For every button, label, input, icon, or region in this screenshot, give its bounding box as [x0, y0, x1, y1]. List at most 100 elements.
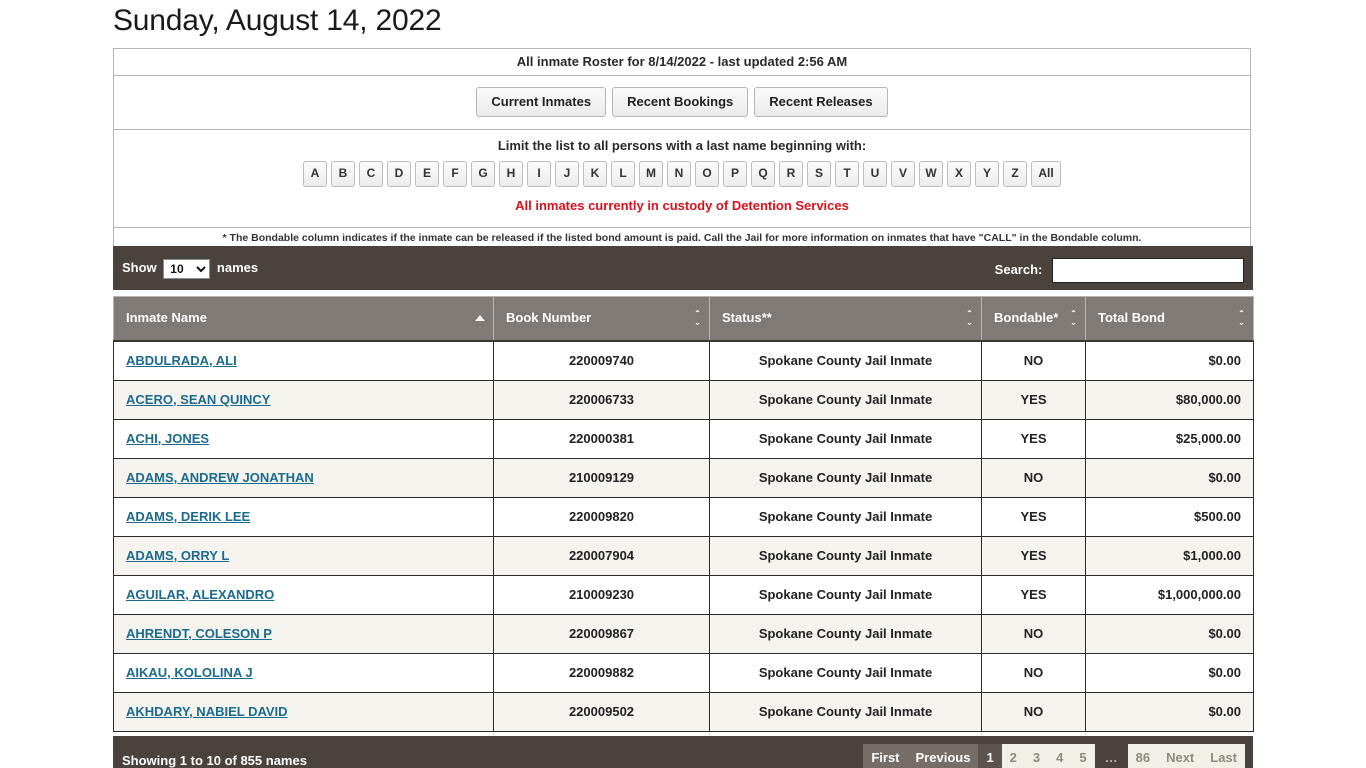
- cell-status: Spokane County Jail Inmate: [710, 653, 982, 692]
- cell-book-number: 220009867: [494, 614, 710, 653]
- alpha-filter-z[interactable]: Z: [1003, 161, 1027, 187]
- custody-note: All inmates currently in custody of Dete…: [114, 193, 1250, 221]
- column-header-bondable[interactable]: Bondable*⌃⌄: [982, 297, 1086, 341]
- alpha-filter-a[interactable]: A: [303, 161, 327, 187]
- cell-status: Spokane County Jail Inmate: [710, 692, 982, 731]
- cell-bondable: NO: [982, 341, 1086, 381]
- alpha-filter-p[interactable]: P: [723, 161, 747, 187]
- cell-status: Spokane County Jail Inmate: [710, 614, 982, 653]
- alpha-filter-e[interactable]: E: [415, 161, 439, 187]
- column-header-name[interactable]: Inmate Name: [114, 297, 494, 341]
- alpha-filter-k[interactable]: K: [583, 161, 607, 187]
- search-label: Search:: [995, 262, 1043, 277]
- search-control: Search:: [995, 258, 1244, 283]
- alpha-filter-l[interactable]: L: [611, 161, 635, 187]
- page-button-4[interactable]: 4: [1048, 744, 1071, 768]
- length-control: Show 102550100 names: [122, 258, 258, 279]
- alpha-filter-f[interactable]: F: [443, 161, 467, 187]
- page-button-3[interactable]: 3: [1025, 744, 1048, 768]
- alpha-filter-w[interactable]: W: [919, 161, 943, 187]
- page-button-last[interactable]: Last: [1202, 744, 1245, 768]
- alpha-filter-m[interactable]: M: [639, 161, 663, 187]
- cell-total-bond: $0.00: [1086, 341, 1254, 381]
- search-input[interactable]: [1052, 258, 1244, 283]
- inmate-name-link[interactable]: AGUILAR, ALEXANDRO: [126, 587, 274, 602]
- page-button-5[interactable]: 5: [1071, 744, 1094, 768]
- table-head: Inmate NameBook Number⌃⌄Status**⌃⌄Bondab…: [114, 297, 1254, 341]
- inmate-name-link[interactable]: ABDULRADA, ALI: [126, 353, 237, 368]
- view-button-1[interactable]: Recent Bookings: [612, 87, 748, 117]
- alpha-filter-c[interactable]: C: [359, 161, 383, 187]
- inmate-name-link[interactable]: ACERO, SEAN QUINCY: [126, 392, 270, 407]
- alpha-filter-o[interactable]: O: [695, 161, 719, 187]
- roster-heading-row: All inmate Roster for 8/14/2022 - last u…: [114, 49, 1250, 76]
- alpha-filter-t[interactable]: T: [835, 161, 859, 187]
- inmate-name-link[interactable]: ADAMS, ANDREW JONATHAN: [126, 470, 314, 485]
- alpha-filter-n[interactable]: N: [667, 161, 691, 187]
- alpha-filter-all[interactable]: All: [1031, 161, 1061, 187]
- alpha-filter-buttons: ABCDEFGHIJKLMNOPQRSTUVWXYZAll: [114, 161, 1250, 193]
- inmate-roster-table: Inmate NameBook Number⌃⌄Status**⌃⌄Bondab…: [113, 296, 1254, 732]
- column-header-bond[interactable]: Total Bond⌃⌄: [1086, 297, 1254, 341]
- column-header-label: Book Number: [506, 310, 591, 325]
- cell-total-bond: $0.00: [1086, 692, 1254, 731]
- view-button-2[interactable]: Recent Releases: [754, 87, 887, 117]
- alpha-filter-i[interactable]: I: [527, 161, 551, 187]
- table-row: AGUILAR, ALEXANDRO210009230Spokane Count…: [114, 575, 1254, 614]
- cell-total-bond: $1,000,000.00: [1086, 575, 1254, 614]
- page-length-select[interactable]: 102550100: [163, 259, 210, 279]
- page-button-first[interactable]: First: [863, 744, 907, 768]
- cell-inmate-name: ADAMS, ORRY L: [114, 536, 494, 575]
- page-button-2[interactable]: 2: [1002, 744, 1025, 768]
- names-label: names: [217, 260, 258, 275]
- cell-bondable: NO: [982, 653, 1086, 692]
- view-button-0[interactable]: Current Inmates: [476, 87, 606, 117]
- cell-book-number: 220009740: [494, 341, 710, 381]
- page-button-: …: [1095, 744, 1128, 768]
- cell-status: Spokane County Jail Inmate: [710, 575, 982, 614]
- table-row: ABDULRADA, ALI 220009740Spokane County Ja…: [114, 341, 1254, 381]
- footnote-1: * The Bondable column indicates if the i…: [114, 231, 1250, 246]
- alpha-filter-q[interactable]: Q: [751, 161, 775, 187]
- table-footer: Showing 1 to 10 of 855 names FirstPrevio…: [113, 736, 1253, 768]
- page-button-1[interactable]: 1: [978, 744, 1001, 768]
- cell-total-bond: $25,000.00: [1086, 419, 1254, 458]
- inmate-name-link[interactable]: ADAMS, DERIK LEE: [126, 509, 250, 524]
- table-row: ADAMS, DERIK LEE220009820Spokane County …: [114, 497, 1254, 536]
- inmate-name-link[interactable]: ACHI, JONES: [126, 431, 209, 446]
- page-button-next[interactable]: Next: [1158, 744, 1202, 768]
- roster-heading: All inmate Roster for 8/14/2022 - last u…: [114, 49, 1250, 75]
- column-header-book[interactable]: Book Number⌃⌄: [494, 297, 710, 341]
- alpha-filter-y[interactable]: Y: [975, 161, 999, 187]
- cell-inmate-name: ADAMS, DERIK LEE: [114, 497, 494, 536]
- view-buttons: Current InmatesRecent BookingsRecent Rel…: [114, 76, 1250, 129]
- alpha-filter-x[interactable]: X: [947, 161, 971, 187]
- column-header-status[interactable]: Status**⌃⌄: [710, 297, 982, 341]
- sort-ascending-icon: [475, 315, 485, 321]
- alpha-filter-v[interactable]: V: [891, 161, 915, 187]
- showing-info: Showing 1 to 10 of 855 names: [122, 753, 307, 768]
- table-row: ADAMS, ANDREW JONATHAN210009129Spokane C…: [114, 458, 1254, 497]
- inmate-name-link[interactable]: AKHDARY, NABIEL DAVID: [126, 704, 288, 719]
- inmate-name-link[interactable]: ADAMS, ORRY L: [126, 548, 229, 563]
- alpha-filter-d[interactable]: D: [387, 161, 411, 187]
- alpha-filter-j[interactable]: J: [555, 161, 579, 187]
- table-row: ACERO, SEAN QUINCY220006733Spokane Count…: [114, 380, 1254, 419]
- page-button-previous[interactable]: Previous: [908, 744, 979, 768]
- cell-inmate-name: ADAMS, ANDREW JONATHAN: [114, 458, 494, 497]
- alpha-filter-h[interactable]: H: [499, 161, 523, 187]
- alpha-filter-g[interactable]: G: [471, 161, 495, 187]
- page-button-86[interactable]: 86: [1128, 744, 1158, 768]
- alpha-filter-r[interactable]: R: [779, 161, 803, 187]
- alpha-filter-s[interactable]: S: [807, 161, 831, 187]
- sort-both-icon: ⌃⌄: [1238, 309, 1245, 327]
- show-label: Show: [122, 260, 157, 275]
- cell-status: Spokane County Jail Inmate: [710, 341, 982, 381]
- cell-inmate-name: AHRENDT, COLESON P: [114, 614, 494, 653]
- inmate-name-link[interactable]: AIKAU, KOLOLINA J: [126, 665, 253, 680]
- alpha-filter-u[interactable]: U: [863, 161, 887, 187]
- alpha-filter-b[interactable]: B: [331, 161, 355, 187]
- inmate-name-link[interactable]: AHRENDT, COLESON P: [126, 626, 272, 641]
- cell-book-number: 220009502: [494, 692, 710, 731]
- alpha-filter-label: Limit the list to all persons with a las…: [114, 138, 1250, 161]
